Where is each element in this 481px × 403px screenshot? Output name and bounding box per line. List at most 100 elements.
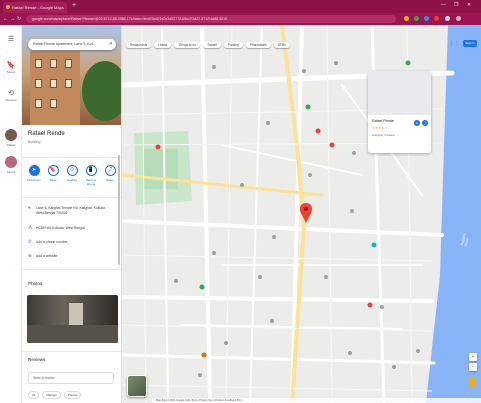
plus-code-row[interactable]: ⁂ HC89+M3 Kolkata, West Bengal (28, 225, 118, 231)
preview-rating-stars: ★★★★☆ (372, 126, 388, 130)
category-chips: Restaurants Hotels Things to do Transit … (126, 42, 292, 48)
review-filter-chip[interactable]: Photos (63, 391, 82, 399)
maps-favicon-icon (6, 5, 10, 9)
extension-icon[interactable] (414, 16, 419, 21)
maps-side-rail: ☰ 🔖 Saved ⟲ Recents Rafael Saved (0, 25, 22, 403)
browser-tab-bar: Rafael Rende - Google Maps + — ❐ ✕ (0, 0, 481, 13)
phone-icon: ✆ (28, 239, 32, 244)
window-shape (65, 59, 72, 68)
review-filters: All Ratings Photos (28, 391, 120, 399)
bookmark-icon: 🔖 (47, 165, 59, 176)
website-text: Add a website (36, 254, 58, 258)
phone-icon: 📱 (85, 165, 97, 176)
window-shape (35, 99, 42, 108)
preview-title: Rafael Rende (372, 119, 394, 123)
divider (22, 269, 121, 270)
forward-icon[interactable]: → (10, 16, 15, 22)
profile-avatar-icon[interactable] (445, 16, 450, 21)
place-preview-card[interactable]: Rafael Rende ★★★★☆ Kalighat, Kolkata ➤ ⤴ (368, 71, 431, 153)
review-filter-chip[interactable]: All (28, 391, 40, 399)
divider (22, 197, 121, 198)
floor-shape (27, 325, 118, 343)
zoom-out-button[interactable]: − (469, 363, 477, 371)
action-buttons-row: ➤ Directions 🔖 Save ⊙ Nearby 📱 Send to p… (26, 165, 120, 189)
globe-icon: ⊕ (28, 253, 32, 258)
rail-saved[interactable]: 🔖 Saved (0, 61, 22, 74)
send-to-phone-button[interactable]: 📱 Send to phone (83, 165, 99, 186)
reviews-heading: Reviews (28, 357, 46, 362)
directions-icon[interactable]: ➤ (414, 120, 420, 126)
zoom-in-button[interactable]: + (469, 353, 477, 361)
nearby-button[interactable]: ⊙ Nearby (64, 165, 80, 182)
layers-toggle[interactable] (127, 375, 147, 397)
website-row[interactable]: ⊕ Add a website (28, 253, 118, 259)
window-shape (35, 59, 42, 68)
save-button[interactable]: 🔖 Save (45, 165, 61, 182)
review-filter-chip[interactable]: Ratings (42, 391, 61, 399)
share-icon: ⤴ (104, 165, 116, 176)
chip-atms[interactable]: ATMs (273, 42, 290, 48)
chip-things-to-do[interactable]: Things to do (174, 42, 201, 48)
share-button[interactable]: ⤴ Share (102, 165, 118, 182)
window-shape (50, 59, 57, 68)
new-tab-button[interactable]: + (72, 2, 76, 10)
extension-icon[interactable] (424, 16, 429, 21)
chip-pharmacies[interactable]: Pharmacies (245, 42, 271, 48)
nearby-icon: ⊙ (66, 165, 78, 176)
place-category[interactable]: Building (28, 140, 40, 144)
share-icon[interactable]: ⤴ (422, 120, 428, 126)
photos-heading: Photos (28, 281, 43, 286)
action-label: Nearby (67, 178, 77, 182)
street-view-pegman-icon[interactable] (470, 377, 475, 387)
action-label: Save (49, 178, 57, 182)
close-window-icon[interactable]: ✕ (467, 2, 471, 8)
maximize-icon[interactable]: ❐ (454, 2, 458, 8)
recent-place-thumbnail[interactable] (5, 129, 17, 141)
divider (22, 351, 121, 352)
plus-code-text: HC89+M3 Kolkata, West Bengal (36, 226, 85, 230)
location-pin-icon: ⌖ (28, 205, 31, 210)
rail-saved-label: Saved (6, 70, 16, 74)
rail-thumb-label: Rafael (6, 143, 16, 147)
close-icon[interactable]: ✕ (109, 41, 113, 47)
building-shape (30, 51, 80, 125)
sign-in-button[interactable]: Sign in (463, 40, 477, 47)
apps-grid-icon[interactable]: ⋮⋮ (449, 41, 459, 47)
panel-scrollbar[interactable] (118, 155, 120, 265)
tab-title: Rafael Rende - Google Maps (12, 5, 64, 10)
chip-restaurants[interactable]: Restaurants (126, 42, 152, 48)
rail-thumb-label: Saved (6, 170, 16, 174)
address-row[interactable]: ⌖ Lane 5, Kalighat Temple Rd, Kalighat, K… (28, 205, 118, 210)
chip-hotels[interactable]: Hotels (154, 42, 172, 48)
recent-place-thumbnail[interactable] (5, 156, 17, 168)
place-title: Rafael Rende (28, 131, 65, 137)
write-review-field[interactable]: Write a review (28, 372, 114, 384)
action-label: Directions (27, 178, 41, 182)
plus-code-icon: ⁂ (28, 225, 33, 230)
chip-transit[interactable]: Transit (203, 42, 221, 48)
minimize-icon[interactable]: — (441, 2, 446, 8)
phone-row[interactable]: ✆ Add a phone number (28, 239, 118, 245)
back-icon[interactable]: ← (3, 16, 8, 22)
extension-icon[interactable] (434, 16, 439, 21)
map-footer: Map data ©2024 Google India Terms Privac… (152, 398, 481, 403)
address-bar: ← → ↻ google.com/maps/place/Rafael+Rende… (0, 13, 481, 25)
extension-icon[interactable] (404, 16, 409, 21)
reload-icon[interactable]: ↻ (17, 16, 21, 22)
search-input[interactable]: Rafael Rende Apartment, Lane 5, Kol... ✕ (28, 39, 116, 50)
address-line2: West Bengal 700026 (36, 211, 68, 215)
directions-icon: ➤ (28, 165, 40, 176)
menu-dots-icon[interactable] (456, 16, 461, 21)
divider (22, 157, 121, 158)
window-shape (50, 79, 57, 88)
chip-parking[interactable]: Parking (223, 42, 243, 48)
menu-button[interactable]: ☰ (0, 35, 22, 44)
place-photo[interactable] (27, 295, 118, 343)
browser-tab[interactable]: Rafael Rende - Google Maps (3, 2, 67, 13)
map-canvas[interactable]: Restaurants Hotels Things to do Transit … (122, 25, 481, 403)
history-icon: ⟲ (8, 90, 14, 97)
rail-recents[interactable]: ⟲ Recents (0, 89, 22, 102)
directions-button[interactable]: ➤ Directions (26, 165, 42, 182)
address-text: Lane 5, Kalighat Temple Rd, Kalighat, Ko… (36, 206, 105, 210)
url-field[interactable]: google.com/maps/place/Rafael+Rende/@22.5… (26, 15, 396, 23)
